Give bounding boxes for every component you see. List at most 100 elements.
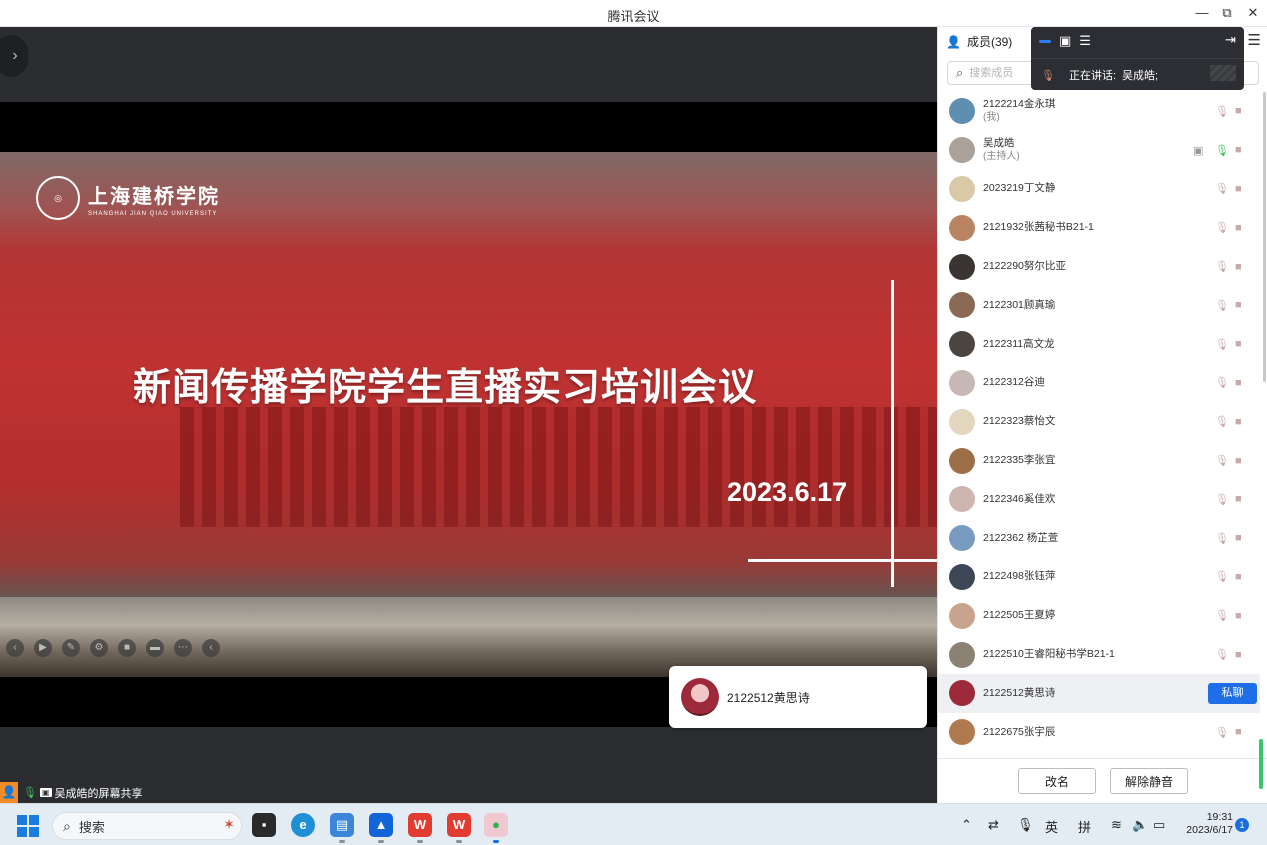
wps-office-icon[interactable]: W: [408, 813, 432, 837]
ime-mode[interactable]: 拼: [1078, 817, 1091, 836]
active-speaker-card[interactable]: 2122512黄思诗: [669, 666, 927, 728]
member-row[interactable]: 2023219丁文静 🎙 ■: [938, 170, 1260, 209]
microphone-muted-icon[interactable]: 🎙: [1215, 260, 1229, 273]
camera-off-icon[interactable]: ■: [1235, 571, 1242, 583]
microphone-muted-icon[interactable]: 🎙: [1215, 105, 1229, 118]
member-row[interactable]: 2122498张钰萍 🎙 ■: [938, 558, 1260, 597]
camera-off-icon[interactable]: ■: [1235, 455, 1242, 467]
camera-off-icon[interactable]: ■: [1235, 416, 1242, 428]
camera-off-icon[interactable]: ■: [1235, 144, 1242, 156]
microphone-muted-icon[interactable]: 🎙: [1215, 299, 1229, 312]
camera-icon[interactable]: ■: [118, 639, 136, 657]
wifi-icon[interactable]: ≋: [1111, 817, 1122, 833]
microphone-muted-icon[interactable]: 🎙: [1215, 338, 1229, 351]
camera-off-icon[interactable]: ■: [1235, 222, 1242, 234]
notification-badge[interactable]: 1: [1235, 818, 1249, 832]
camera-off-icon[interactable]: ■: [1235, 610, 1242, 622]
microphone-muted-icon[interactable]: 🎙: [1215, 182, 1229, 195]
member-row[interactable]: 2122362 杨芷萱 🎙 ■: [938, 519, 1260, 558]
member-row[interactable]: 2122346奚佳欢 🎙 ■: [938, 480, 1260, 519]
battery-icon[interactable]: ▭: [1153, 817, 1165, 833]
microphone-muted-icon[interactable]: 🎙: [1215, 648, 1229, 661]
scrollbar[interactable]: [1263, 92, 1266, 382]
minimize-button[interactable]: —: [1192, 4, 1212, 22]
microphone-muted-icon[interactable]: 🎙: [1215, 493, 1229, 506]
member-row[interactable]: 2122301顾真瑜 🎙 ■: [938, 286, 1260, 325]
speaker-view-icon[interactable]: [1039, 39, 1051, 43]
members-header: 👤 成员(39): [946, 33, 1012, 50]
volume-icon[interactable]: 🔈: [1132, 817, 1148, 833]
close-button[interactable]: ✕: [1243, 4, 1263, 22]
member-name: 2122346奚佳欢: [983, 492, 1056, 505]
microphone-muted-icon[interactable]: 🎙: [1215, 376, 1229, 389]
settings-icon[interactable]: ⚙: [90, 639, 108, 657]
collapse-panel-icon[interactable]: ⇥: [1225, 32, 1236, 48]
microphone-muted-icon[interactable]: 🎙: [1215, 532, 1229, 545]
member-row[interactable]: 2122214金永琪 (我) 🎙 ■: [938, 92, 1260, 131]
member-row[interactable]: 2122323蔡怡文 🎙 ■: [938, 402, 1260, 441]
camera-off-icon[interactable]: ■: [1235, 338, 1242, 350]
member-name: 2122335李张宜: [983, 454, 1056, 467]
camera-off-icon[interactable]: ■: [1235, 726, 1242, 738]
list-view-icon[interactable]: ☰: [1079, 33, 1091, 49]
member-row[interactable]: 2122335李张宜 🎙 ■: [938, 441, 1260, 480]
camera-off-icon[interactable]: ■: [1235, 649, 1242, 661]
private-chat-button[interactable]: 私聊: [1208, 682, 1257, 704]
edge-browser-icon[interactable]: e: [291, 813, 315, 837]
member-row[interactable]: 2122312谷迪 🎙 ■: [938, 364, 1260, 403]
shared-screen-area[interactable]: › ◎ 上海建桥学院 SHANGHAI JIAN QIAO UNIVERSITY…: [0, 27, 937, 803]
system-clock[interactable]: 19:31 2023/6/17: [1177, 811, 1233, 837]
hamburger-menu-icon[interactable]: ☰: [1248, 31, 1261, 49]
comment-icon[interactable]: ▬: [146, 639, 164, 657]
camera-off-icon[interactable]: ■: [1235, 532, 1242, 544]
member-row[interactable]: 吴成皓 (主持人) ▣ 🎙 ■: [938, 131, 1260, 170]
microphone-on-icon[interactable]: 🎙: [1215, 144, 1229, 157]
member-row[interactable]: 2122510王睿阳秘书学B21-1 🎙 ■: [938, 635, 1260, 674]
avatar: [949, 408, 975, 435]
member-row[interactable]: 2122512黄思诗 私聊: [938, 673, 1260, 713]
restore-button[interactable]: ⧉: [1217, 4, 1237, 22]
windows-start-icon[interactable]: [17, 815, 39, 837]
microphone-tray-icon[interactable]: 🎙: [1017, 817, 1034, 833]
ime-language[interactable]: 英: [1045, 817, 1058, 836]
member-row[interactable]: 2122675张宇辰 🎙 ■: [938, 713, 1260, 752]
microphone-muted-icon[interactable]: 🎙: [1215, 609, 1229, 622]
member-row[interactable]: 2122311高文龙 🎙 ■: [938, 325, 1260, 364]
collapse-icon[interactable]: ‹: [202, 639, 220, 657]
file-explorer-icon[interactable]: ▤: [330, 813, 354, 837]
microphone-muted-icon[interactable]: 🎙: [1215, 570, 1229, 583]
member-row[interactable]: 2122505王夏婷 🎙 ■: [938, 596, 1260, 635]
wps-writer-icon[interactable]: W: [447, 813, 471, 837]
camera-off-icon[interactable]: ■: [1235, 299, 1242, 311]
search-icon: ⌕: [956, 65, 964, 80]
more-icon[interactable]: ⋯: [174, 639, 192, 657]
microphone-muted-icon[interactable]: 🎙: [1215, 726, 1229, 739]
pen-icon[interactable]: ✎: [62, 639, 80, 657]
member-row[interactable]: 2121932张茜秘书B21-1 🎙 ■: [938, 208, 1260, 247]
camera-off-icon[interactable]: ■: [1235, 183, 1242, 195]
university-seal-icon: ◎: [36, 176, 80, 220]
speaking-overlay[interactable]: ▣ ☰ ⇥ 🎙 正在讲话: 吴成皓;: [1031, 27, 1244, 90]
camera-off-icon[interactable]: ■: [1235, 261, 1242, 273]
member-row[interactable]: 2122290努尔比亚 🎙 ■: [938, 247, 1260, 286]
avatar: [681, 678, 719, 716]
wechat-icon[interactable]: ●: [484, 813, 508, 837]
tencent-meeting-icon[interactable]: ▲: [369, 813, 393, 837]
microphone-muted-icon[interactable]: 🎙: [1215, 415, 1229, 428]
microphone-muted-icon[interactable]: 🎙: [1215, 454, 1229, 467]
rename-button[interactable]: 改名: [1018, 768, 1096, 794]
camera-off-icon[interactable]: ■: [1235, 493, 1242, 505]
expand-sidebar-button[interactable]: ›: [0, 35, 28, 77]
camera-off-icon[interactable]: ■: [1235, 377, 1242, 389]
show-hidden-icons-icon[interactable]: ⌃: [961, 817, 972, 833]
back-icon[interactable]: ‹: [6, 639, 24, 657]
task-view-icon[interactable]: ▪: [252, 813, 276, 837]
unmute-all-button[interactable]: 解除静音: [1110, 768, 1188, 794]
play-icon[interactable]: ▶: [34, 639, 52, 657]
microphone-muted-icon[interactable]: 🎙: [1215, 221, 1229, 234]
taskbar-search[interactable]: ⌕ 搜索 ✶: [52, 812, 242, 840]
camera-off-icon[interactable]: ■: [1235, 105, 1242, 117]
network-settings-icon[interactable]: ⇄: [988, 817, 999, 833]
window-view-icon[interactable]: ▣: [1059, 33, 1071, 49]
avatar: [949, 253, 975, 280]
